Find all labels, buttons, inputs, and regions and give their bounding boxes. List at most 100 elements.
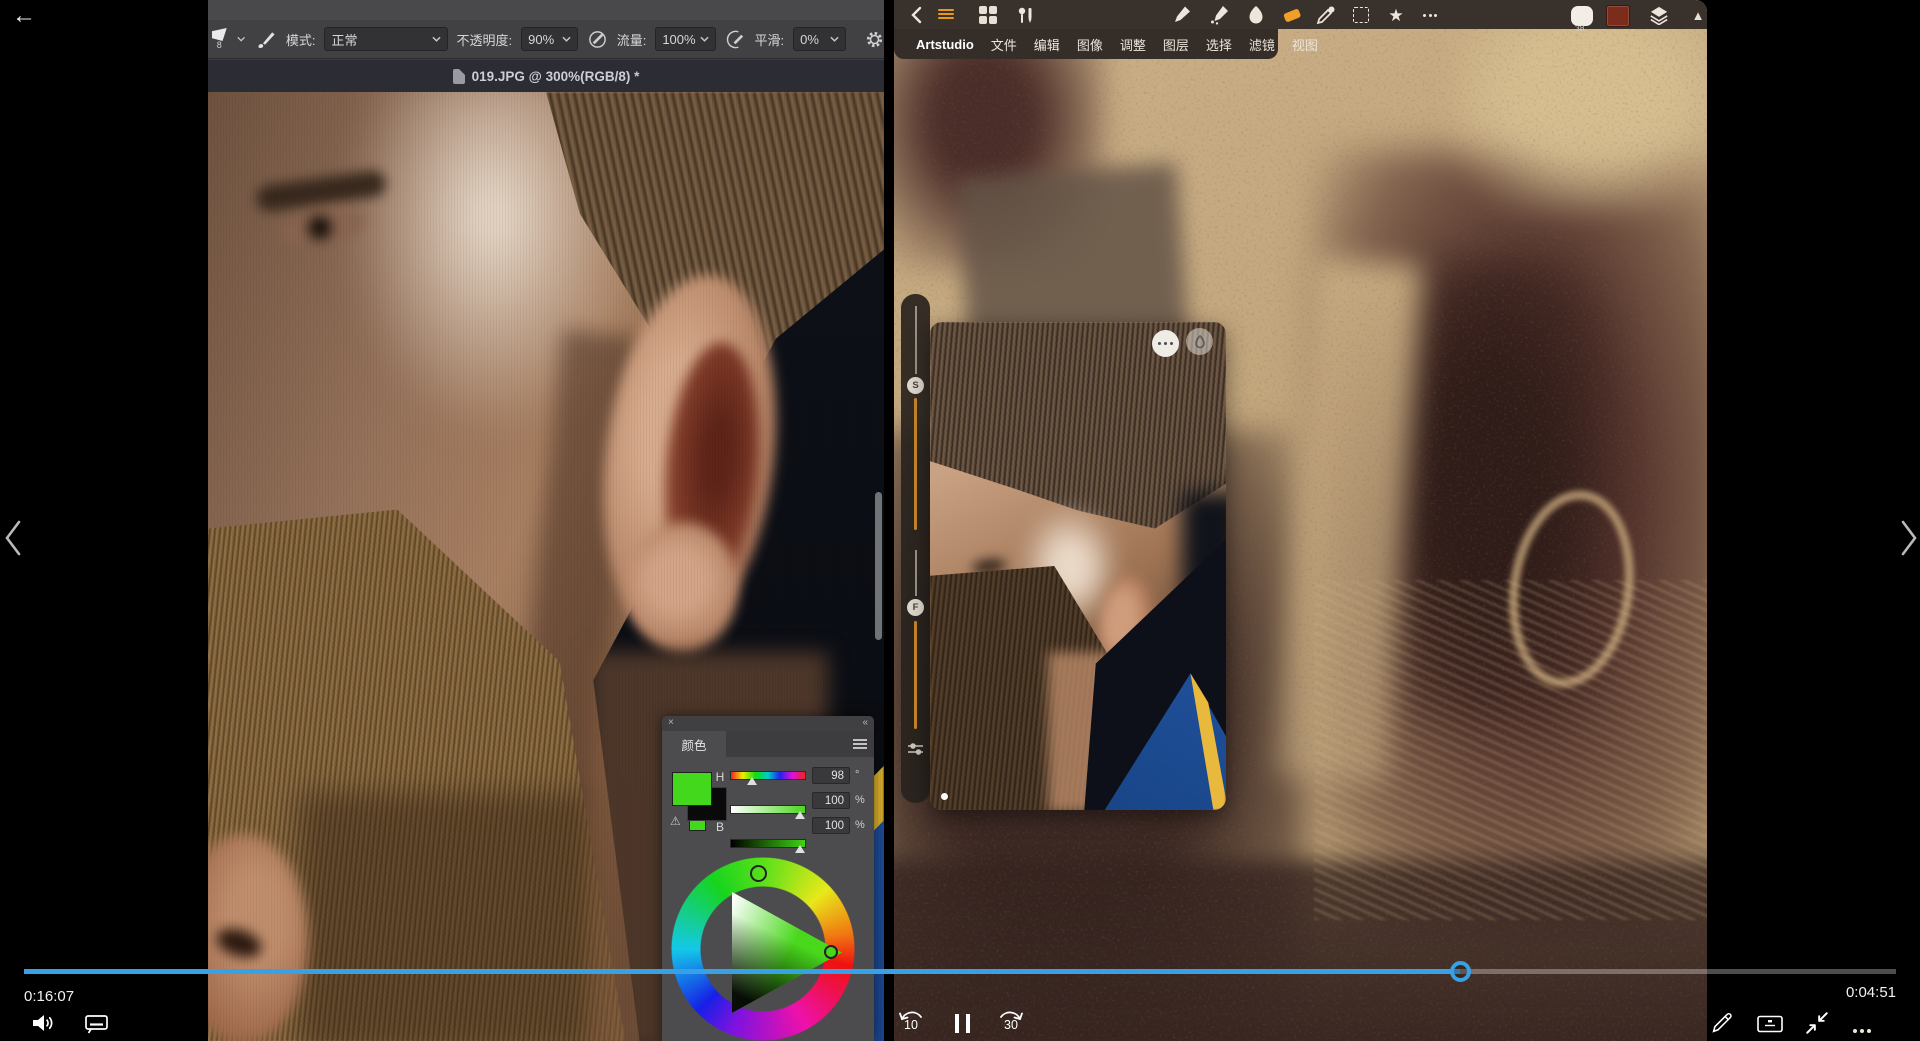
document-title-bar: 019.JPG @ 300%(RGB/8) * <box>208 60 884 92</box>
hue-slider-handle[interactable] <box>747 777 757 785</box>
paintbrush-tool-icon[interactable] <box>1170 3 1194 27</box>
reference-more-button[interactable] <box>1152 330 1179 357</box>
close-icon[interactable]: × <box>668 717 674 728</box>
saturation-slider[interactable] <box>730 805 806 814</box>
reference-image-panel[interactable] <box>930 322 1226 810</box>
slider-settings-icon[interactable] <box>907 742 924 756</box>
chevron-down-icon <box>700 36 709 42</box>
keyboard-icon[interactable] <box>1756 1014 1784 1034</box>
forward-30-button[interactable]: 30 <box>994 1008 1028 1031</box>
foreground-color-swatch[interactable] <box>672 772 712 806</box>
back-chevron-icon[interactable] <box>904 3 928 27</box>
flow-slider-fill <box>914 621 917 729</box>
saturation-unit: % <box>855 794 865 806</box>
size-slider-handle[interactable]: S <box>907 377 924 394</box>
more-options-icon[interactable] <box>1852 1020 1872 1038</box>
eraser-tool-icon[interactable] <box>1280 3 1304 27</box>
next-video-button[interactable] <box>1898 516 1920 560</box>
panel-menu-icon[interactable] <box>853 739 867 751</box>
favorites-star-icon[interactable]: ★ <box>1384 3 1408 27</box>
flow-slider-track[interactable] <box>915 550 917 596</box>
menu-filter[interactable]: 滤镜 <box>1249 35 1275 54</box>
reference-opacity-button[interactable] <box>1186 328 1213 355</box>
artstudio-toolbar: ★ 38 ▲ <box>894 0 1707 29</box>
menu-view[interactable]: 视图 <box>1292 35 1318 54</box>
menu-layer[interactable]: 图层 <box>1163 35 1189 54</box>
size-slider-track[interactable] <box>915 306 917 374</box>
hue-value[interactable]: 98 <box>812 767 850 784</box>
brightness-value[interactable]: 100 <box>812 817 850 834</box>
chevron-down-icon <box>432 36 441 42</box>
video-player: 8 模式: 正常 不透明度: 90% 流量: 100% <box>0 0 1920 1041</box>
wet-brush-tool-icon[interactable] <box>1207 3 1231 27</box>
menu-file[interactable]: 文件 <box>991 35 1017 54</box>
collapse-panel-icon[interactable]: « <box>862 717 868 728</box>
gear-icon[interactable] <box>865 30 884 49</box>
rewind-10-label: 10 <box>904 1019 918 1031</box>
menu-adjust[interactable]: 调整 <box>1120 35 1146 54</box>
hamburger-menu-icon[interactable] <box>938 3 962 31</box>
brightness-slider[interactable] <box>730 839 806 848</box>
back-button[interactable]: ← <box>12 2 36 30</box>
color-panel: × « 颜色 ⚠ H 98 ° S 100 % B 100 % <box>662 716 874 1041</box>
tools-pair-icon[interactable] <box>1014 3 1038 27</box>
remaining-time: 0:04:51 <box>1846 984 1896 1001</box>
opacity-label: 不透明度: <box>457 30 513 49</box>
opacity-value: 90% <box>528 32 554 47</box>
gallery-grid-icon[interactable] <box>976 3 1000 27</box>
flow-slider-handle[interactable]: F <box>907 599 924 616</box>
menu-edit[interactable]: 编辑 <box>1034 35 1060 54</box>
document-title: 019.JPG @ 300%(RGB/8) * <box>472 69 640 84</box>
airbrush-icon[interactable] <box>725 29 746 50</box>
smooth-dropdown[interactable]: 0% <box>793 27 846 51</box>
triangle-selector[interactable] <box>824 945 838 959</box>
pause-button[interactable] <box>951 1014 973 1038</box>
saturation-value[interactable]: 100 <box>812 792 850 809</box>
smooth-value: 0% <box>800 32 819 47</box>
flow-dropdown[interactable]: 100% <box>655 27 715 51</box>
prev-video-button[interactable] <box>2 516 24 560</box>
mode-dropdown[interactable]: 正常 <box>324 27 447 51</box>
marquee-select-icon[interactable] <box>1349 3 1373 27</box>
reference-resize-dot[interactable] <box>941 793 948 800</box>
panel-tab-row: 颜色 <box>662 731 874 757</box>
current-color-swatch[interactable] <box>1606 4 1630 28</box>
smudge-tool-icon[interactable] <box>1244 3 1268 27</box>
volume-icon[interactable] <box>30 1011 57 1035</box>
menu-select[interactable]: 选择 <box>1206 35 1232 54</box>
rewind-10-button[interactable]: 10 <box>894 1008 928 1031</box>
pencil-note-icon[interactable] <box>1710 1010 1735 1035</box>
hue-slider[interactable] <box>730 771 806 780</box>
photoshop-top-strip <box>208 0 884 20</box>
panel-toggle-triangle-icon[interactable]: ▲ <box>1686 3 1707 27</box>
pressure-opacity-icon[interactable] <box>587 29 608 50</box>
size-slider-fill <box>914 398 917 530</box>
more-tools-icon[interactable] <box>1418 3 1442 27</box>
progress-handle[interactable] <box>1450 961 1471 982</box>
brightness-label: B <box>714 820 726 834</box>
panel-group-bar: × « <box>662 716 874 731</box>
hue-wheel-selector[interactable] <box>750 865 767 882</box>
artstudio-menubar: Artstudio 文件 编辑 图像 调整 图层 选择 滤镜 视图 <box>894 29 1278 59</box>
mode-label: 模式: <box>286 30 316 49</box>
chevron-down-icon[interactable] <box>237 36 245 42</box>
menu-artstudio[interactable]: Artstudio <box>916 37 974 52</box>
brush-tip-icon <box>212 28 227 41</box>
elapsed-time: 0:16:07 <box>24 988 74 1005</box>
brush-tool-icon[interactable] <box>255 28 277 50</box>
brightness-slider-handle[interactable] <box>795 845 805 853</box>
flow-value: 100% <box>662 32 695 47</box>
progress-bar[interactable] <box>24 969 1896 974</box>
brush-preset-preview[interactable]: 8 <box>210 28 228 50</box>
opacity-dropdown[interactable]: 90% <box>521 27 578 51</box>
layers-icon[interactable] <box>1647 3 1671 27</box>
shrink-player-icon[interactable] <box>1804 1010 1830 1036</box>
forward-30-label: 30 <box>1004 1019 1018 1031</box>
tab-color[interactable]: 颜色 <box>662 731 726 757</box>
menu-image[interactable]: 图像 <box>1077 35 1103 54</box>
eyedropper-tool-icon[interactable] <box>1314 3 1338 27</box>
canvas-scrollbar[interactable] <box>875 492 882 640</box>
saturation-slider-handle[interactable] <box>795 811 805 819</box>
photoshop-options-bar: 8 模式: 正常 不透明度: 90% 流量: 100% <box>208 20 884 59</box>
danmaku-subtitle-icon[interactable] <box>84 1013 109 1035</box>
